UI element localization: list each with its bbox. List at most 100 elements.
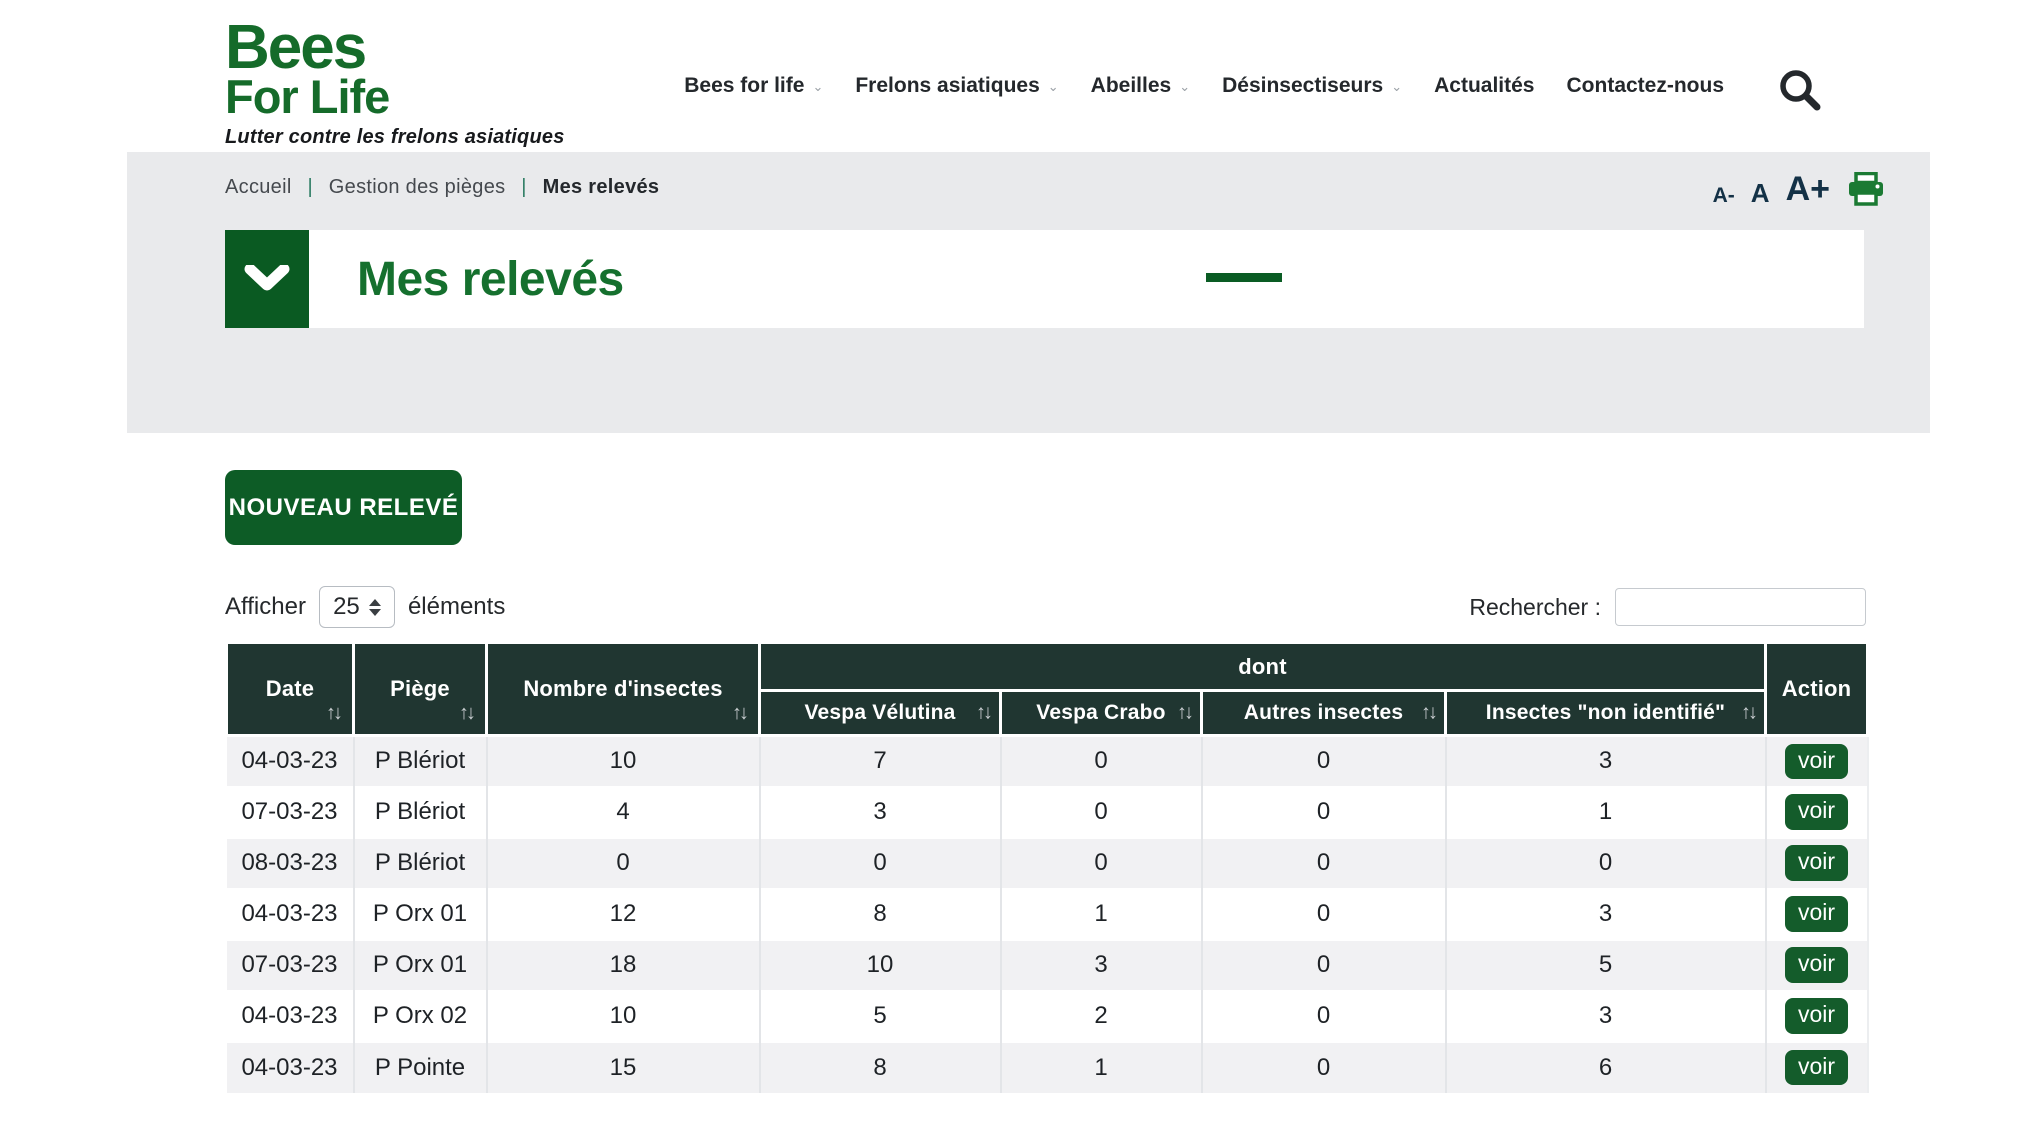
cell-action: voir bbox=[1766, 1042, 1868, 1093]
cell-date: 04-03-23 bbox=[227, 991, 354, 1042]
column-header-date[interactable]: Date ↑↓ bbox=[227, 643, 354, 736]
cell-velutina: 10 bbox=[760, 940, 1001, 991]
cell-action: voir bbox=[1766, 889, 1868, 940]
breadcrumb-gestion-pieges[interactable]: Gestion des pièges bbox=[329, 176, 506, 198]
cell-crabo: 1 bbox=[1001, 889, 1202, 940]
sort-icon: ↑↓ bbox=[732, 702, 746, 725]
column-label: Vespa Crabo bbox=[1036, 701, 1165, 724]
breadcrumb-current: Mes relevés bbox=[543, 176, 660, 198]
search-input[interactable] bbox=[1615, 588, 1866, 626]
font-decrease-button[interactable]: A- bbox=[1713, 185, 1735, 206]
cell-total: 0 bbox=[487, 838, 760, 889]
cell-action: voir bbox=[1766, 991, 1868, 1042]
brand-tagline: Lutter contre les frelons asiatiques bbox=[225, 126, 565, 149]
cell-autres: 0 bbox=[1202, 1042, 1446, 1093]
nav-item-label: Contactez-nous bbox=[1567, 74, 1725, 98]
nav-item-label: Désinsectiseurs bbox=[1222, 74, 1383, 98]
select-arrows-icon bbox=[369, 599, 381, 616]
voir-button[interactable]: voir bbox=[1785, 1050, 1848, 1085]
nav-item-desinsectiseurs[interactable]: Désinsectiseurs ⌄ bbox=[1222, 74, 1402, 98]
breadcrumb-separator: | bbox=[521, 176, 527, 198]
nav-item-label: Bees for life bbox=[684, 74, 804, 98]
cell-autres: 0 bbox=[1202, 838, 1446, 889]
page-header-band: Accueil | Gestion des pièges | Mes relev… bbox=[127, 152, 1930, 433]
voir-button[interactable]: voir bbox=[1785, 947, 1848, 982]
breadcrumb-separator: | bbox=[307, 176, 313, 198]
search-label: Rechercher : bbox=[1469, 594, 1601, 621]
main-content: NOUVEAU RELEVÉ Afficher 25 éléments Rech… bbox=[225, 433, 1866, 1093]
column-label: Autres insectes bbox=[1244, 701, 1403, 724]
cell-non_identifie: 1 bbox=[1446, 787, 1766, 838]
chevron-down-icon: ⌄ bbox=[1391, 79, 1402, 95]
cell-crabo: 0 bbox=[1001, 787, 1202, 838]
main-nav: Bees for life ⌄ Frelons asiatiques ⌄ Abe… bbox=[684, 74, 1724, 98]
table-row: 07-03-23P Orx 011810305voir bbox=[227, 940, 1868, 991]
new-record-button[interactable]: NOUVEAU RELEVÉ bbox=[225, 470, 462, 545]
column-header-vespa-velutina[interactable]: Vespa Vélutina ↑↓ bbox=[760, 691, 1001, 736]
cell-velutina: 7 bbox=[760, 736, 1001, 787]
cell-velutina: 8 bbox=[760, 889, 1001, 940]
cell-non_identifie: 6 bbox=[1446, 1042, 1766, 1093]
print-icon[interactable] bbox=[1848, 172, 1884, 206]
chevron-down-icon: ⌄ bbox=[1179, 79, 1190, 95]
cell-total: 18 bbox=[487, 940, 760, 991]
chevron-down-box-icon bbox=[225, 230, 309, 328]
column-header-non-identifie[interactable]: Insectes "non identifié" ↑↓ bbox=[1446, 691, 1766, 736]
table-body: 04-03-23P Blériot107003voir07-03-23P Blé… bbox=[227, 736, 1868, 1093]
nav-item-label: Abeilles bbox=[1091, 74, 1172, 98]
page-size-select[interactable]: 25 bbox=[319, 586, 395, 628]
column-header-nombre-insectes[interactable]: Nombre d'insectes ↑↓ bbox=[487, 643, 760, 736]
sort-icon: ↑↓ bbox=[1741, 702, 1755, 725]
cell-autres: 0 bbox=[1202, 889, 1446, 940]
table-row: 04-03-23P Blériot107003voir bbox=[227, 736, 1868, 787]
voir-button[interactable]: voir bbox=[1785, 744, 1848, 779]
cell-date: 04-03-23 bbox=[227, 736, 354, 787]
cell-non_identifie: 3 bbox=[1446, 889, 1766, 940]
cell-date: 08-03-23 bbox=[227, 838, 354, 889]
cell-trap: P Pointe bbox=[354, 1042, 487, 1093]
page-size-value: 25 bbox=[333, 593, 360, 621]
breadcrumb-accueil[interactable]: Accueil bbox=[225, 176, 292, 198]
table-row: 07-03-23P Blériot43001voir bbox=[227, 787, 1868, 838]
cell-crabo: 3 bbox=[1001, 940, 1202, 991]
brand-logo[interactable]: Bees For Life Lutter contre les frelons … bbox=[225, 22, 565, 149]
cell-crabo: 1 bbox=[1001, 1042, 1202, 1093]
font-increase-button[interactable]: A+ bbox=[1786, 172, 1830, 206]
cell-velutina: 0 bbox=[760, 838, 1001, 889]
chevron-down-icon: ⌄ bbox=[1048, 79, 1059, 95]
page-title: Mes relevés bbox=[357, 252, 624, 307]
nav-item-bees-for-life[interactable]: Bees for life ⌄ bbox=[684, 74, 823, 98]
column-label: Action bbox=[1782, 676, 1852, 701]
cell-non_identifie: 5 bbox=[1446, 940, 1766, 991]
voir-button[interactable]: voir bbox=[1785, 896, 1848, 931]
cell-autres: 0 bbox=[1202, 787, 1446, 838]
voir-button[interactable]: voir bbox=[1785, 845, 1848, 880]
cell-trap: P Blériot bbox=[354, 787, 487, 838]
records-table: Date ↑↓ Piège ↑↓ Nombre d'insectes ↑↓ do… bbox=[225, 641, 1869, 1093]
column-label: Piège bbox=[390, 676, 450, 701]
column-header-piege[interactable]: Piège ↑↓ bbox=[354, 643, 487, 736]
nav-item-actualites[interactable]: Actualités bbox=[1434, 74, 1534, 98]
cell-total: 12 bbox=[487, 889, 760, 940]
column-header-vespa-crabo[interactable]: Vespa Crabo ↑↓ bbox=[1001, 691, 1202, 736]
font-reset-button[interactable]: A bbox=[1751, 180, 1770, 206]
cell-date: 07-03-23 bbox=[227, 787, 354, 838]
cell-date: 04-03-23 bbox=[227, 1042, 354, 1093]
cell-velutina: 5 bbox=[760, 991, 1001, 1042]
nav-item-contactez-nous[interactable]: Contactez-nous bbox=[1567, 74, 1725, 98]
cell-autres: 0 bbox=[1202, 736, 1446, 787]
cell-trap: P Orx 02 bbox=[354, 991, 487, 1042]
column-label: Vespa Vélutina bbox=[804, 701, 955, 724]
voir-button[interactable]: voir bbox=[1785, 998, 1848, 1033]
nav-item-frelons-asiatiques[interactable]: Frelons asiatiques ⌄ bbox=[855, 74, 1058, 98]
cell-velutina: 3 bbox=[760, 787, 1001, 838]
voir-button[interactable]: voir bbox=[1785, 794, 1848, 829]
breadcrumb: Accueil | Gestion des pièges | Mes relev… bbox=[225, 176, 659, 199]
cell-autres: 0 bbox=[1202, 991, 1446, 1042]
cell-total: 10 bbox=[487, 736, 760, 787]
show-suffix: éléments bbox=[408, 593, 505, 621]
nav-item-abeilles[interactable]: Abeilles ⌄ bbox=[1091, 74, 1190, 98]
search-icon[interactable] bbox=[1776, 66, 1824, 114]
table-header: Date ↑↓ Piège ↑↓ Nombre d'insectes ↑↓ do… bbox=[227, 643, 1868, 736]
column-header-autres-insectes[interactable]: Autres insectes ↑↓ bbox=[1202, 691, 1446, 736]
